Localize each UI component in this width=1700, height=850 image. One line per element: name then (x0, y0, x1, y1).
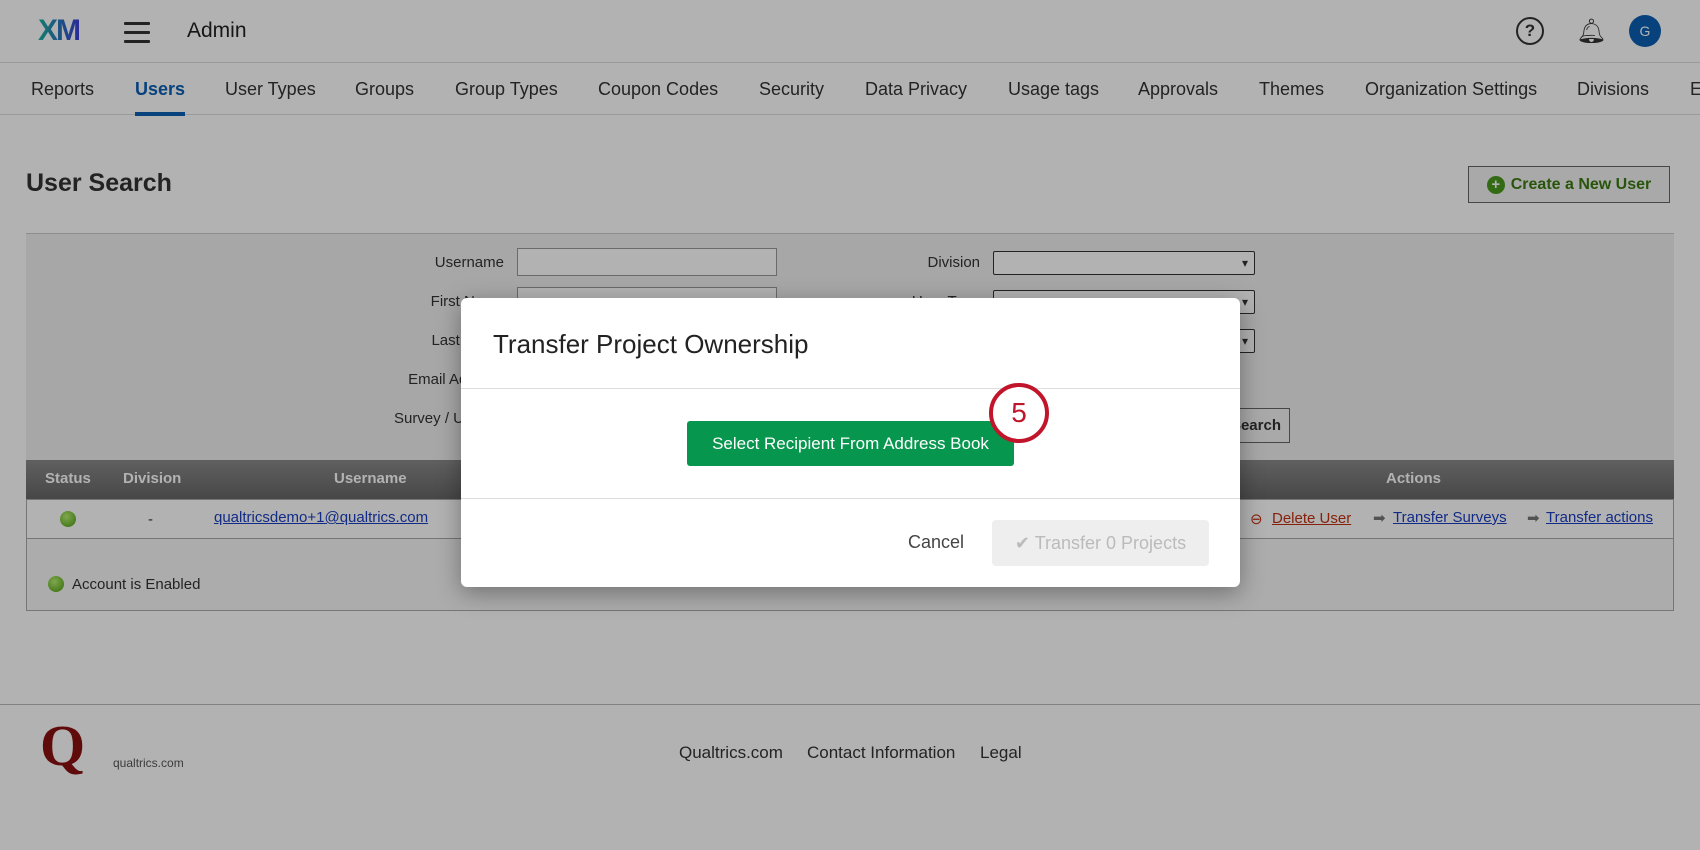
dialog-title: Transfer Project Ownership (493, 329, 809, 359)
step-number-badge: 5 (989, 383, 1049, 443)
transfer-projects-button[interactable]: ✔ Transfer 0 Projects (992, 520, 1209, 566)
cancel-button[interactable]: Cancel (908, 532, 964, 553)
transfer-label: Transfer 0 Projects (1034, 533, 1187, 553)
divider (461, 498, 1240, 499)
divider (461, 388, 1240, 389)
check-icon: ✔ (1014, 533, 1035, 553)
select-recipient-button[interactable]: Select Recipient From Address Book (687, 421, 1014, 466)
transfer-ownership-dialog: Transfer Project Ownership Select Recipi… (461, 298, 1240, 587)
